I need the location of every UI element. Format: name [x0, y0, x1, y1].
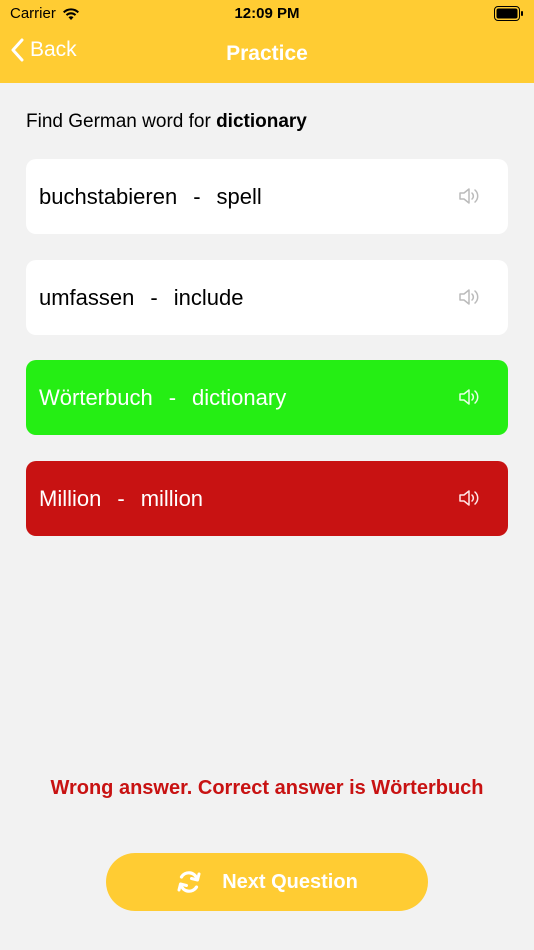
status-bar: Carrier 12:09 PM	[0, 0, 534, 28]
next-question-label: Next Question	[222, 870, 358, 893]
battery-icon	[494, 6, 523, 21]
option-english: dictionary	[192, 384, 287, 410]
page-title: Practice	[226, 42, 308, 65]
option-english: include	[173, 284, 244, 310]
question-prefix: Find German word for	[26, 111, 217, 132]
speaker-icon[interactable]	[458, 185, 482, 207]
option-english: spell	[216, 183, 262, 209]
answer-option-2[interactable]: umfassen - include	[26, 260, 508, 335]
question-prompt: Find German word for dictionary	[26, 111, 307, 133]
clock: 12:09 PM	[234, 5, 300, 22]
feedback-message: Wrong answer. Correct answer is Wörterbu…	[50, 777, 484, 799]
option-english: million	[140, 485, 204, 511]
option-separator: -	[117, 485, 125, 511]
speaker-icon[interactable]	[458, 286, 482, 308]
next-question-button[interactable]: Next Question	[106, 853, 428, 911]
option-german: Wörterbuch	[39, 384, 153, 410]
answer-option-3[interactable]: Wörterbuch - dictionary	[26, 360, 508, 435]
speaker-icon[interactable]	[458, 487, 482, 509]
navigation-bar: Back Practice	[0, 28, 534, 83]
option-german: umfassen	[39, 284, 135, 310]
option-german: buchstabieren	[39, 183, 178, 209]
refresh-icon	[177, 871, 201, 893]
question-word: dictionary	[216, 111, 307, 132]
option-separator: -	[168, 384, 177, 410]
answer-option-1[interactable]: buchstabieren - spell	[26, 159, 508, 234]
answer-option-4[interactable]: Million - million	[26, 461, 508, 536]
option-separator: -	[150, 284, 158, 310]
speaker-icon[interactable]	[458, 386, 482, 408]
option-german: Million	[39, 485, 102, 511]
top-bar: Carrier 12:09 PM Back Practice	[0, 0, 534, 83]
option-separator: -	[193, 183, 201, 209]
